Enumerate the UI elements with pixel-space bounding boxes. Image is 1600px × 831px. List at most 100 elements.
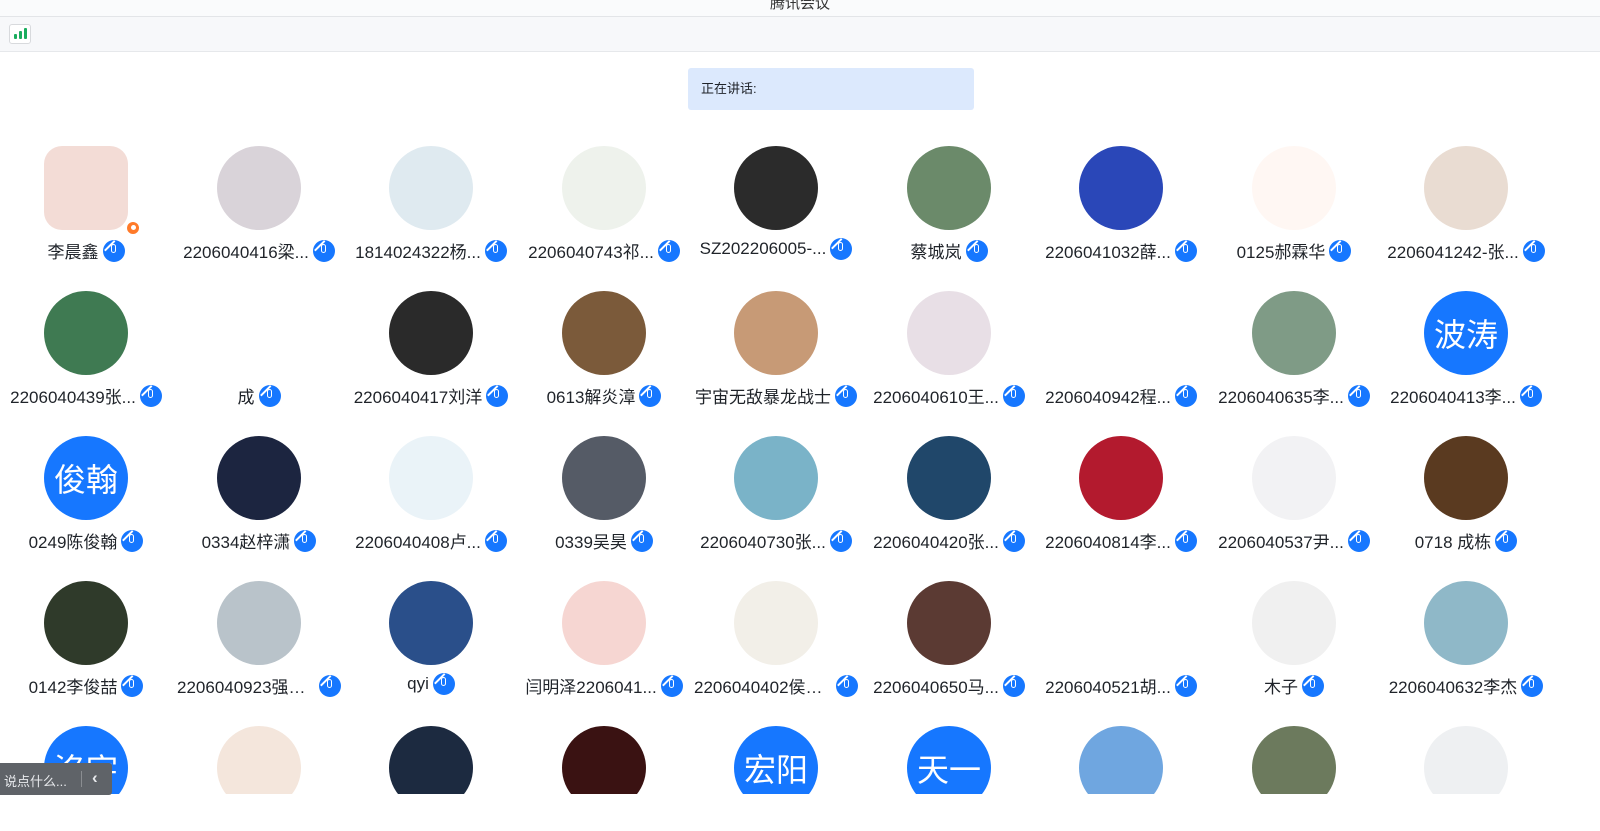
avatar[interactable]: 波涛 [1424, 291, 1508, 375]
avatar[interactable] [907, 146, 991, 230]
avatar[interactable] [562, 726, 646, 794]
participant-tile[interactable] [1208, 726, 1380, 794]
avatar[interactable] [1079, 581, 1163, 665]
avatar[interactable] [1424, 436, 1508, 520]
avatar[interactable] [734, 436, 818, 520]
participant-tile[interactable]: 2206040923强济森 [173, 581, 345, 726]
avatar[interactable] [907, 291, 991, 375]
participant-tile[interactable]: 木子 [1208, 581, 1380, 726]
participant-tile[interactable]: 宇宙无敌暴龙战士 [690, 291, 862, 436]
participant-tile[interactable]: 2206040408卢... [345, 436, 517, 581]
avatar[interactable] [217, 436, 301, 520]
avatar[interactable] [1252, 146, 1336, 230]
participant-tile[interactable]: 2206040635李... [1208, 291, 1380, 436]
avatar[interactable] [734, 146, 818, 230]
avatar[interactable] [217, 581, 301, 665]
avatar[interactable] [1079, 436, 1163, 520]
avatar[interactable] [389, 146, 473, 230]
participant-name-row: 2206040743祁... [518, 238, 690, 263]
participant-tile[interactable]: 2206040632李杰 [1380, 581, 1552, 726]
chat-placeholder[interactable]: 说点什么... [4, 771, 67, 790]
participant-tile[interactable]: 0718 成栋 [1380, 436, 1552, 581]
participant-tile[interactable]: 波涛 2206040413李... [1380, 291, 1552, 436]
participant-name: SZ202206005-... [699, 239, 827, 258]
participant-tile[interactable]: 2206040814李... [1035, 436, 1207, 581]
avatar[interactable]: 宏阳 [734, 726, 818, 794]
avatar[interactable] [1252, 726, 1336, 794]
participant-tile[interactable] [345, 726, 517, 794]
participant-tile[interactable]: 李晨鑫 [0, 146, 172, 291]
avatar[interactable] [217, 291, 301, 375]
avatar[interactable] [389, 726, 473, 794]
avatar[interactable] [44, 581, 128, 665]
participant-tile[interactable]: SZ202206005-... [690, 146, 862, 291]
participant-name: 2206040610王... [873, 388, 999, 407]
participant-tile[interactable]: 2206041032薛... [1035, 146, 1207, 291]
participant-tile[interactable]: 0334赵梓潇 [173, 436, 345, 581]
avatar[interactable] [217, 146, 301, 230]
avatar[interactable] [1079, 291, 1163, 375]
participant-tile[interactable]: 2206040537尹... [1208, 436, 1380, 581]
participant-name-row: 2206040610王... [863, 383, 1035, 408]
participant-tile[interactable]: 2206040743祁... [518, 146, 690, 291]
avatar[interactable] [217, 726, 301, 794]
avatar[interactable] [562, 581, 646, 665]
participant-tile[interactable]: 2206040610王... [863, 291, 1035, 436]
avatar[interactable] [734, 291, 818, 375]
chevron-left-icon[interactable]: ‹ [92, 768, 98, 788]
participant-tile[interactable]: qyi [345, 581, 517, 726]
network-signal-icon[interactable] [9, 24, 31, 44]
participant-tile[interactable]: 0339吴昊 [518, 436, 690, 581]
avatar[interactable] [389, 436, 473, 520]
avatar[interactable] [1079, 726, 1163, 794]
mic-muted-icon [319, 674, 341, 697]
participant-tile[interactable]: 0613解炎漳 [518, 291, 690, 436]
participant-name: 2206040417刘洋 [353, 388, 483, 407]
participant-tile[interactable]: 0142李俊喆 [0, 581, 172, 726]
avatar[interactable] [907, 581, 991, 665]
participant-tile[interactable]: 1814024322杨... [345, 146, 517, 291]
avatar[interactable] [1424, 581, 1508, 665]
participant-tile[interactable]: 2206040650马... [863, 581, 1035, 726]
avatar[interactable]: 俊翰 [44, 436, 128, 520]
avatar[interactable] [44, 146, 128, 230]
speaking-label: 正在讲话: [701, 81, 757, 96]
avatar[interactable] [1252, 291, 1336, 375]
participant-tile[interactable]: 2206040521胡... [1035, 581, 1207, 726]
participant-tile[interactable]: 2206040416梁... [173, 146, 345, 291]
participant-tile[interactable]: 0125郝霖华 [1208, 146, 1380, 291]
participant-tile[interactable]: 闫明泽2206041... [518, 581, 690, 726]
mic-muted-icon [1522, 239, 1545, 262]
avatar[interactable] [562, 146, 646, 230]
participant-tile[interactable]: 2206040417刘洋 [345, 291, 517, 436]
participant-tile[interactable]: 成 [173, 291, 345, 436]
avatar[interactable] [1079, 146, 1163, 230]
avatar[interactable] [1424, 146, 1508, 230]
avatar[interactable] [562, 291, 646, 375]
participant-tile[interactable] [173, 726, 345, 794]
avatar[interactable]: 天一 [907, 726, 991, 794]
avatar[interactable] [562, 436, 646, 520]
avatar[interactable] [734, 581, 818, 665]
participant-tile[interactable]: 2206040942程... [1035, 291, 1207, 436]
participant-tile[interactable]: 宏阳 [690, 726, 862, 794]
avatar[interactable] [389, 291, 473, 375]
participant-tile[interactable]: 2206040402侯竹雯 [690, 581, 862, 726]
chat-input-bar[interactable]: 说点什么... ‹ [0, 763, 112, 795]
participant-tile[interactable]: 2206040730张... [690, 436, 862, 581]
participant-tile[interactable]: 2206040439张... [0, 291, 172, 436]
avatar[interactable] [1252, 436, 1336, 520]
participant-tile[interactable] [518, 726, 690, 794]
participant-tile[interactable]: 天一 [863, 726, 1035, 794]
participant-tile[interactable] [1380, 726, 1552, 794]
participant-tile[interactable]: 2206041242-张... [1380, 146, 1552, 291]
participant-tile[interactable]: 2206040420张... [863, 436, 1035, 581]
avatar[interactable] [389, 581, 473, 665]
avatar[interactable] [1424, 726, 1508, 794]
participant-tile[interactable]: 蔡城岚 [863, 146, 1035, 291]
avatar[interactable] [1252, 581, 1336, 665]
avatar[interactable] [907, 436, 991, 520]
avatar[interactable] [44, 291, 128, 375]
participant-tile[interactable] [1035, 726, 1207, 794]
participant-tile[interactable]: 俊翰 0249陈俊翰 [0, 436, 172, 581]
